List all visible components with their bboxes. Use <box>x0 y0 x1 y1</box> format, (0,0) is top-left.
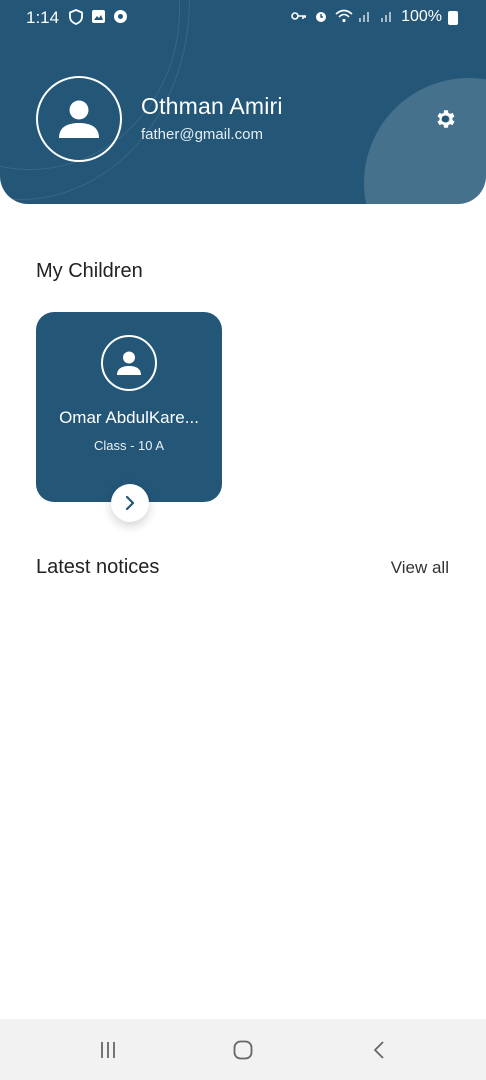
child-card[interactable]: Omar AbdulKare... Class - 10 A <box>36 312 222 502</box>
signal-icon <box>379 9 395 25</box>
battery-icon <box>448 11 458 25</box>
back-icon[interactable] <box>366 1037 394 1063</box>
person-icon <box>117 351 141 375</box>
gallery-icon <box>90 9 106 25</box>
status-left-icons <box>68 9 128 25</box>
wifi-icon <box>335 9 353 25</box>
status-bar: 1:14 100% <box>0 0 486 36</box>
chevron-right-icon[interactable] <box>111 484 149 522</box>
system-nav-bar <box>0 1019 486 1080</box>
status-time: 1:14 <box>26 8 60 27</box>
person-icon <box>59 100 99 138</box>
profile-name: Othman Amiri <box>141 93 283 119</box>
child-avatar <box>101 335 157 391</box>
battery-percent: 100% <box>401 8 442 25</box>
view-all-link[interactable]: View all <box>391 558 449 578</box>
shield-icon <box>68 9 84 25</box>
home-icon[interactable] <box>229 1037 257 1063</box>
vpn-key-icon <box>291 9 307 25</box>
signal-icon <box>357 9 373 25</box>
notification-icon <box>112 9 128 25</box>
app-screen: 1:14 100% Othman Amiri father@gmail.com … <box>0 0 486 1080</box>
gear-icon[interactable] <box>432 106 458 132</box>
latest-notices-heading: Latest notices <box>36 556 160 578</box>
child-name: Omar AbdulKare... <box>59 408 199 427</box>
status-right-icons: 100% <box>291 8 458 26</box>
child-class: Class - 10 A <box>93 438 165 453</box>
profile-avatar[interactable] <box>36 76 122 162</box>
profile-header: 1:14 100% Othman Amiri father@gmail.com <box>0 0 486 204</box>
my-children-heading: My Children <box>36 260 143 282</box>
alarm-icon <box>313 9 329 25</box>
recent-apps-icon[interactable] <box>94 1037 122 1063</box>
decor-circle <box>364 78 486 204</box>
profile-email: father@gmail.com <box>141 126 263 143</box>
